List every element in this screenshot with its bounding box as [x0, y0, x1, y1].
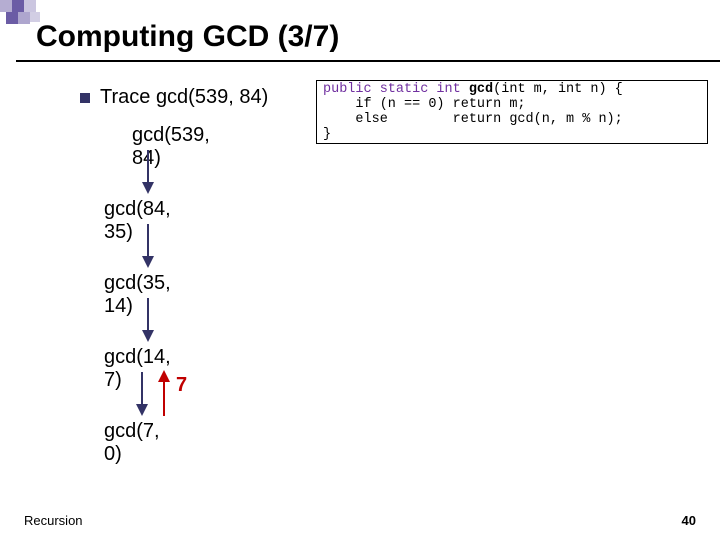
code-box: public static int gcd(int m, int n) { if… — [316, 80, 708, 144]
code-l2: if (n == 0) return m; — [323, 97, 526, 112]
footer-right: 40 — [682, 513, 696, 528]
code-fn: gcd — [469, 82, 493, 97]
bullet-icon — [80, 93, 90, 103]
call-4: gcd(7, 0) — [104, 420, 160, 466]
arrow-down-icon — [138, 222, 158, 268]
slide-title: Computing GCD (3/7) — [36, 20, 700, 54]
arrow-up-icon — [154, 370, 174, 416]
code-kw: public static int — [323, 82, 469, 97]
arrow-down-icon — [138, 296, 158, 342]
code-l4: } — [323, 127, 331, 142]
trace-bullet-line: Trace gcd(539, 84) — [80, 86, 268, 109]
code-l3: else return gcd(n, m % n); — [323, 112, 623, 127]
title-underline — [16, 60, 720, 62]
bullet-text: Trace gcd(539, 84) — [100, 86, 268, 108]
arrow-down-icon — [138, 148, 158, 194]
return-value: 7 — [176, 374, 187, 397]
arrow-down-icon — [132, 370, 152, 416]
footer-left: Recursion — [24, 513, 83, 528]
code-l1c: (int m, int n) { — [493, 82, 623, 97]
